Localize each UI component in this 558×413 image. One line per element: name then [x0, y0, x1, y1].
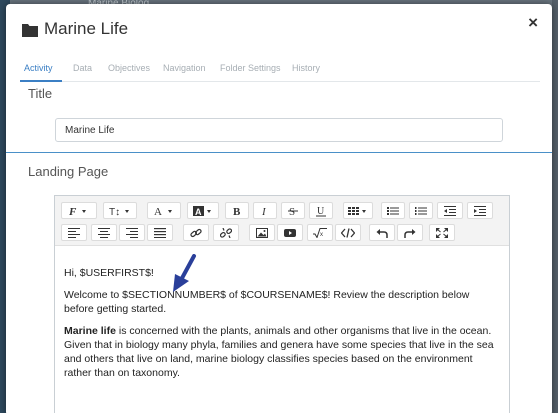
table-icon[interactable] — [343, 202, 373, 219]
italic-icon[interactable]: I — [253, 202, 277, 219]
outdent-icon[interactable] — [437, 202, 463, 219]
svg-text:F: F — [68, 206, 77, 216]
align-left-icon[interactable] — [61, 224, 87, 241]
title-field-label: Title — [28, 86, 53, 101]
landing-page-label: Landing Page — [28, 164, 109, 179]
tab-activity[interactable]: Activity — [24, 63, 53, 73]
dialog-header: Marine Life × — [6, 4, 552, 56]
tab-bar: Activity Data Objectives Navigation Fold… — [20, 60, 540, 82]
svg-text:I: I — [261, 206, 267, 216]
bulleted-list-icon[interactable] — [381, 202, 405, 219]
redo-icon[interactable] — [397, 224, 423, 241]
tab-data[interactable]: Data — [73, 63, 92, 73]
svg-text:U: U — [317, 206, 325, 217]
welcome-paragraph: Welcome to $SECTIONNUMBER$ of $COURSENAM… — [64, 289, 470, 315]
rich-text-editor: F T↕ A A B I S U x Hi, $USERFIRST$! Welc… — [54, 195, 510, 413]
svg-text:A: A — [154, 206, 162, 216]
tab-objectives[interactable]: Objectives — [108, 63, 150, 73]
bold-icon[interactable]: B — [225, 202, 249, 219]
unlink-icon[interactable] — [213, 224, 239, 241]
tab-history[interactable]: History — [292, 63, 320, 73]
description-body: is concerned with the plants, animals an… — [64, 325, 494, 379]
font-color-icon[interactable]: A — [147, 202, 181, 219]
image-icon[interactable] — [249, 224, 275, 241]
highlight-color-icon[interactable]: A — [187, 202, 219, 219]
tab-navigation[interactable]: Navigation — [163, 63, 206, 73]
dialog-title: Marine Life — [44, 19, 129, 38]
editor-toolbar: F T↕ A A B I S U x — [55, 196, 509, 246]
fullscreen-icon[interactable] — [429, 224, 455, 241]
align-right-icon[interactable] — [119, 224, 145, 241]
svg-text:x: x — [320, 232, 323, 238]
numbered-list-icon[interactable] — [409, 202, 433, 219]
text-size-icon[interactable]: T↕ — [103, 202, 137, 219]
undo-icon[interactable] — [369, 224, 395, 241]
background-page-right — [552, 0, 558, 413]
font-icon[interactable]: F — [61, 202, 97, 219]
title-input[interactable] — [55, 118, 503, 142]
active-tab-indicator — [20, 80, 62, 82]
description-paragraph: Marine life is concerned with the plants… — [64, 324, 502, 380]
code-view-icon[interactable] — [335, 224, 361, 241]
editor-content[interactable]: Hi, $USERFIRST$! Welcome to $SECTIONNUMB… — [64, 266, 502, 388]
section-divider — [6, 152, 552, 153]
svg-text:T↕: T↕ — [109, 207, 120, 216]
edit-activity-dialog: Marine Life × Activity Data Objectives N… — [6, 4, 552, 413]
indent-icon[interactable] — [467, 202, 493, 219]
justify-icon[interactable] — [147, 224, 173, 241]
underline-icon[interactable]: U — [309, 202, 333, 219]
formula-icon[interactable]: x — [307, 224, 333, 241]
description-bold-lead: Marine life — [64, 325, 116, 337]
svg-text:A: A — [195, 207, 202, 216]
greeting-paragraph: Hi, $USERFIRST$! — [64, 267, 154, 279]
svg-text:B: B — [233, 206, 241, 216]
link-icon[interactable] — [183, 224, 209, 241]
close-icon[interactable]: × — [528, 13, 538, 33]
tab-folder-settings[interactable]: Folder Settings — [220, 63, 281, 73]
annotation-arrow-icon — [173, 254, 196, 292]
align-center-icon[interactable] — [91, 224, 117, 241]
folder-icon — [22, 24, 38, 37]
video-icon[interactable] — [277, 224, 303, 241]
strikethrough-icon[interactable]: S — [281, 202, 305, 219]
